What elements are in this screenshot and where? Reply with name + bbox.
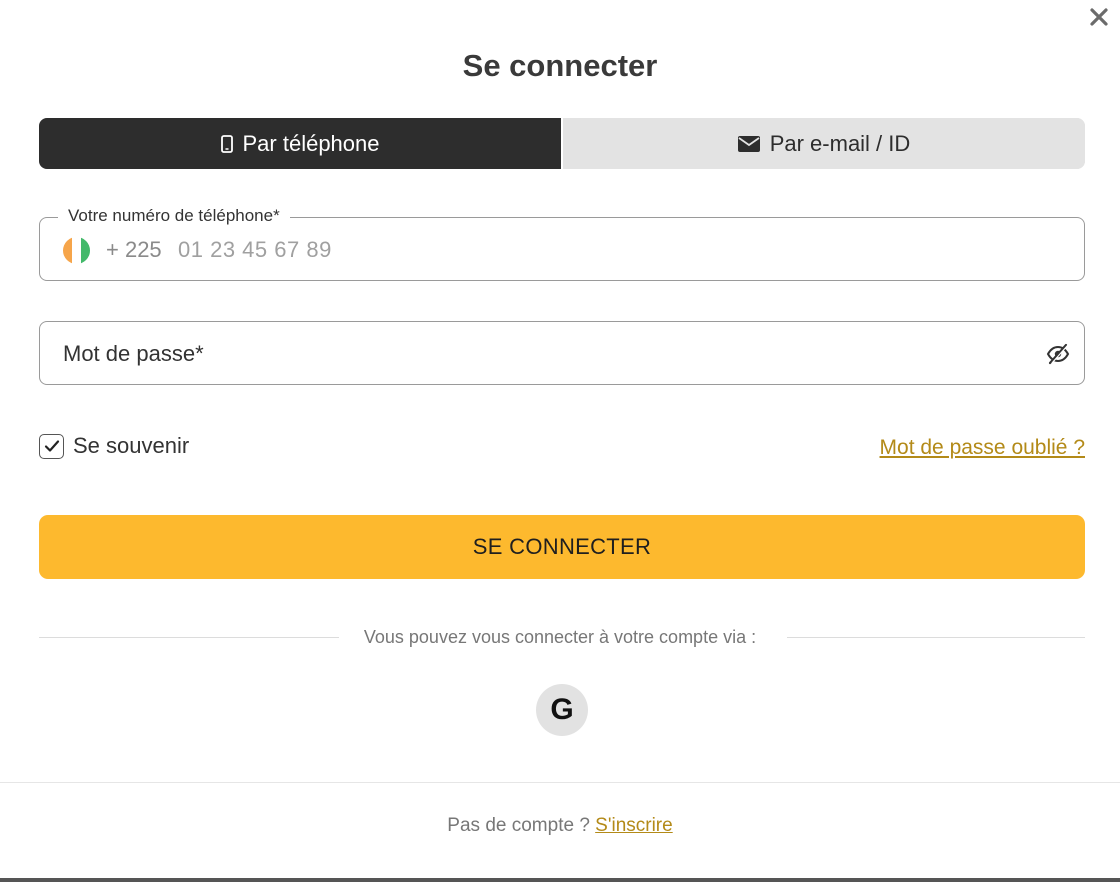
mobile-phone-icon <box>220 134 233 153</box>
divider-right <box>787 637 1085 638</box>
footer-divider <box>0 782 1120 783</box>
tab-phone[interactable]: Par téléphone <box>39 118 563 169</box>
signup-footer: Pas de compte ? S'inscrire <box>0 815 1120 837</box>
window-bottom-edge <box>0 878 1120 882</box>
tab-email[interactable]: Par e-mail / ID <box>563 118 1085 169</box>
checkmark-icon <box>44 440 59 452</box>
cote-divoire-flag-icon[interactable] <box>63 237 90 264</box>
signup-link[interactable]: S'inscrire <box>595 815 673 836</box>
remember-label: Se souvenir <box>73 433 190 458</box>
envelope-icon <box>737 135 760 152</box>
close-button[interactable] <box>1086 4 1112 30</box>
password-input[interactable] <box>63 336 1023 372</box>
login-method-tabs: Par téléphone Par e-mail / ID <box>39 118 1085 169</box>
phone-input[interactable] <box>178 232 1038 268</box>
remember-checkbox[interactable] <box>39 433 64 459</box>
google-login-button[interactable]: G <box>536 684 588 736</box>
forgot-password-link[interactable]: Mot de passe oublié ? <box>880 436 1085 460</box>
login-button[interactable]: SE CONNECTER <box>39 515 1085 579</box>
google-icon: G <box>550 693 574 726</box>
close-icon <box>1090 8 1108 26</box>
phone-field-label: Votre numéro de téléphone* <box>58 206 290 226</box>
tab-email-label: Par e-mail / ID <box>769 130 911 156</box>
remember-me[interactable]: Se souvenir <box>39 433 189 459</box>
country-code-prefix: + 225 <box>106 237 162 262</box>
page-title: Se connecter <box>462 48 658 83</box>
eye-slash-icon[interactable] <box>1046 343 1070 365</box>
password-field <box>39 321 1085 385</box>
phone-field: Votre numéro de téléphone* + 225 <box>39 206 1085 281</box>
no-account-text: Pas de compte ? <box>447 815 590 836</box>
tab-phone-label: Par téléphone <box>242 130 380 156</box>
